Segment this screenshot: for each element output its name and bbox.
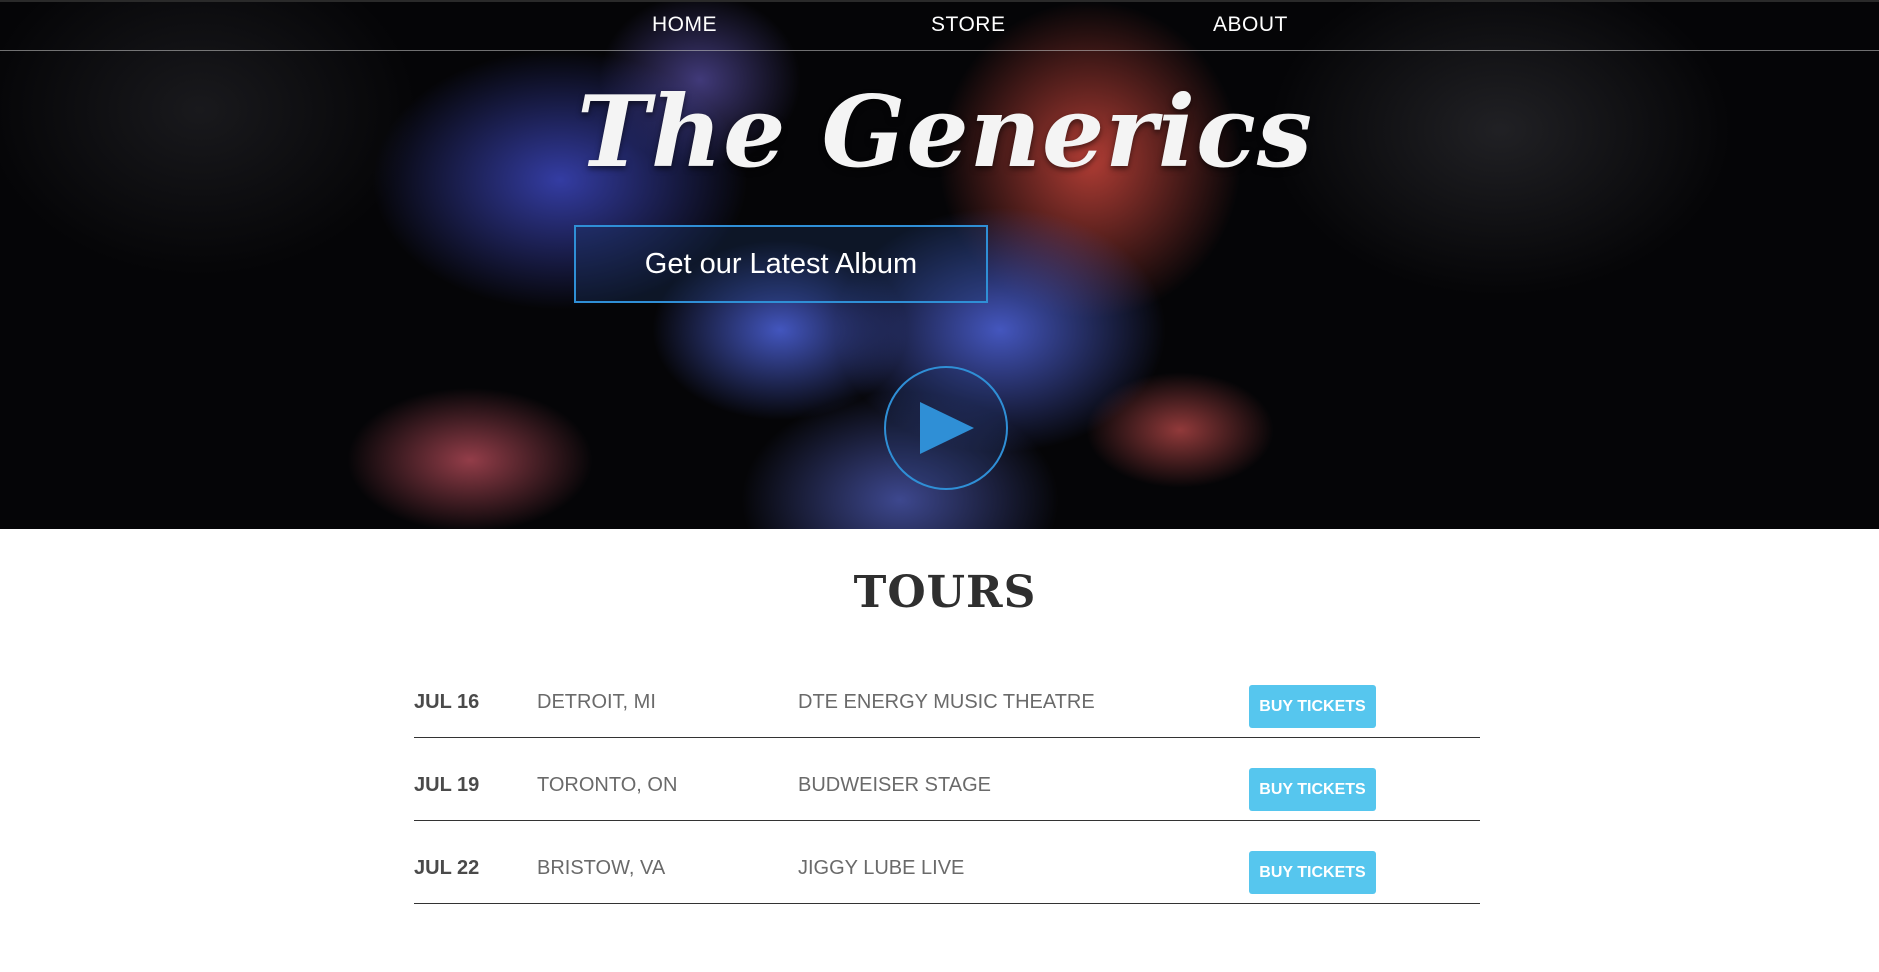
tour-venue: DTE ENERGY MUSIC THEATRE [798, 691, 1095, 713]
tour-row: JUL 19 TORONTO, ON BUDWEISER STAGE BUY T… [414, 738, 1480, 821]
tour-date: JUL 22 [414, 857, 480, 879]
tour-date: JUL 19 [414, 774, 480, 796]
play-button[interactable] [884, 366, 1008, 490]
buy-tickets-button[interactable]: BUY TICKETS [1249, 768, 1376, 811]
tour-row: JUL 16 DETROIT, MI DTE ENERGY MUSIC THEA… [414, 655, 1480, 738]
tour-date: JUL 16 [414, 691, 480, 713]
buy-tickets-button[interactable]: BUY TICKETS [1249, 851, 1376, 894]
play-icon [920, 402, 974, 454]
nav-about[interactable]: ABOUT [1213, 13, 1288, 37]
tours-heading: TOURS [853, 567, 1037, 618]
tour-row: JUL 22 BRISTOW, VA JIGGY LUBE LIVE BUY T… [414, 821, 1480, 904]
band-title: The Generics [577, 75, 1313, 190]
nav-store[interactable]: STORE [931, 13, 1005, 37]
tour-city: BRISTOW, VA [537, 857, 666, 879]
tour-city: TORONTO, ON [537, 774, 678, 796]
nav-home[interactable]: HOME [652, 13, 717, 37]
tour-venue: JIGGY LUBE LIVE [798, 857, 965, 879]
tour-city: DETROIT, MI [537, 691, 656, 713]
latest-album-button[interactable]: Get our Latest Album [574, 225, 988, 303]
tour-venue: BUDWEISER STAGE [798, 774, 991, 796]
main-nav: HOME STORE ABOUT [0, 0, 1879, 51]
hero-section: HOME STORE ABOUT The Generics Get our La… [0, 0, 1879, 529]
buy-tickets-button[interactable]: BUY TICKETS [1249, 685, 1376, 728]
